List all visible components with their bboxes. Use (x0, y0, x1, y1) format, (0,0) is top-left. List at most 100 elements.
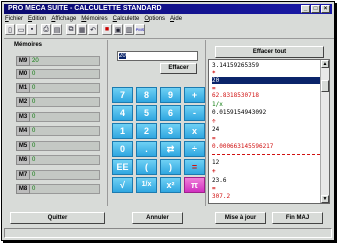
grid-icon[interactable]: ▥ (124, 24, 134, 35)
undo-icon[interactable]: ↶ (88, 24, 98, 35)
memory-value[interactable]: 0 (30, 69, 100, 79)
memory-row[interactable]: M5 0 (16, 141, 100, 151)
key-8[interactable]: 8 (136, 87, 157, 103)
key-square[interactable]: x² (160, 177, 181, 193)
quit-button[interactable]: Quitter (10, 212, 105, 224)
menu-options[interactable]: Options (144, 15, 165, 23)
memory-row[interactable]: M3 0 (16, 112, 100, 122)
memory-value[interactable]: 0 (30, 170, 100, 180)
history-list[interactable]: 3.14159265359 * 20 = 62.8318530718 1/x 0… (208, 59, 330, 204)
history-line[interactable]: 0.0159154943092 (212, 109, 266, 116)
key-4[interactable]: 4 (112, 105, 133, 121)
history-line[interactable]: = (212, 135, 216, 142)
key-0[interactable]: 0 (112, 141, 133, 157)
memory-row[interactable]: M8 0 (16, 184, 100, 194)
menu-memoires[interactable]: Mémoires (81, 15, 107, 23)
key-equals[interactable]: = (184, 159, 205, 175)
memory-label[interactable]: M2 (16, 97, 30, 107)
memory-value[interactable]: 0 (30, 141, 100, 151)
memory-label[interactable]: M3 (16, 112, 30, 122)
scroll-thumb[interactable] (321, 80, 329, 92)
close-button[interactable]: × (321, 5, 330, 13)
memory-row[interactable]: M7 0 (16, 170, 100, 180)
key-5[interactable]: 5 (136, 105, 157, 121)
memory-label[interactable]: M6 (16, 155, 30, 165)
menu-edition[interactable]: Edition (28, 15, 46, 23)
key-divide[interactable]: ÷ (184, 141, 205, 157)
history-line[interactable]: 24 (212, 126, 219, 133)
history-line[interactable]: + (212, 168, 216, 175)
save-icon[interactable]: ▪ (27, 24, 37, 35)
memory-row[interactable]: M4 0 (16, 126, 100, 136)
minimize-button[interactable]: _ (301, 5, 310, 13)
key-reciprocal[interactable]: 1/x (136, 177, 157, 193)
maximize-button[interactable]: □ (311, 5, 320, 13)
calc-icon[interactable]: ▣ (113, 24, 123, 35)
history-line[interactable]: = (212, 185, 216, 192)
memory-value[interactable]: 0 (30, 97, 100, 107)
history-line[interactable]: 12 (212, 159, 219, 166)
calculator-input[interactable]: 20 (117, 51, 198, 61)
key-close-paren[interactable]: ) (160, 159, 181, 175)
menu-affichage[interactable]: Affichage (51, 15, 76, 23)
end-update-button[interactable]: Fin MAJ (272, 212, 323, 224)
key-7[interactable]: 7 (112, 87, 133, 103)
memory-label[interactable]: M7 (16, 170, 30, 180)
pms-icon[interactable]: PMS (135, 24, 145, 35)
key-sqrt[interactable]: √ (112, 177, 133, 193)
scroll-down-icon[interactable]: ▼ (321, 195, 329, 203)
memory-label[interactable]: M1 (16, 83, 30, 93)
memory-row[interactable]: M0 0 (16, 69, 100, 79)
history-line[interactable]: * (212, 70, 216, 77)
update-button[interactable]: Mise à jour (215, 212, 266, 224)
clear-button[interactable]: Effacer (160, 63, 197, 74)
history-line[interactable]: 1/x (212, 101, 223, 108)
memory-label[interactable]: M4 (16, 126, 30, 136)
memory-value[interactable]: 0 (30, 112, 100, 122)
history-line[interactable]: 307.2 (212, 193, 230, 200)
menu-fichier[interactable]: Fichier (5, 15, 23, 23)
key-2[interactable]: 2 (136, 123, 157, 139)
memory-label[interactable]: M9 (16, 56, 30, 66)
memory-row[interactable]: M2 0 (16, 97, 100, 107)
key-1[interactable]: 1 (112, 123, 133, 139)
open-icon[interactable]: ▭ (16, 24, 26, 35)
history-line[interactable]: 23.6 (212, 177, 226, 184)
key-minus[interactable]: - (184, 105, 205, 121)
history-line[interactable]: 62.8318530718 (212, 92, 259, 99)
key-plus[interactable]: + (184, 87, 205, 103)
key-6[interactable]: 6 (160, 105, 181, 121)
menu-calculette[interactable]: Calculette (113, 15, 140, 23)
new-doc-icon[interactable]: ▯ (5, 24, 15, 35)
print-icon[interactable]: ⎙ (41, 24, 51, 35)
history-line[interactable]: 20 (212, 77, 320, 84)
memory-label[interactable]: M0 (16, 69, 30, 79)
key-9[interactable]: 9 (160, 87, 181, 103)
key-multiply[interactable]: x (184, 123, 205, 139)
memory-value[interactable]: 0 (30, 184, 100, 194)
memory-row[interactable]: M6 0 (16, 155, 100, 165)
paste-icon[interactable]: ▦ (77, 24, 87, 35)
history-line[interactable]: ÷ (212, 118, 216, 125)
memory-row[interactable]: M9 20 (16, 56, 100, 66)
cancel-button[interactable]: Annuler (132, 212, 183, 224)
key-ee[interactable]: EE (112, 159, 133, 175)
memory-label[interactable]: M5 (16, 141, 30, 151)
key-open-paren[interactable]: ( (136, 159, 157, 175)
key-3[interactable]: 3 (160, 123, 181, 139)
menu-aide[interactable]: Aide (170, 15, 182, 23)
clear-all-button[interactable]: Effacer tout (215, 46, 324, 58)
scroll-up-icon[interactable]: ▲ (321, 60, 329, 68)
copy-icon[interactable]: ⧉ (66, 24, 76, 35)
memory-row[interactable]: M1 0 (16, 83, 100, 93)
history-line[interactable]: = (212, 85, 216, 92)
key-decimal[interactable]: . (136, 141, 157, 157)
history-scrollbar[interactable]: ▲ ▼ (320, 60, 329, 203)
memory-value[interactable]: 0 (30, 83, 100, 93)
preview-icon[interactable]: ▤ (52, 24, 62, 35)
memory-label[interactable]: M8 (16, 184, 30, 194)
stop-icon[interactable]: ■ (102, 24, 112, 35)
swap-icon[interactable]: ⇄ (160, 141, 181, 157)
history-line[interactable]: 0.000663145596217 (212, 143, 273, 150)
memory-value[interactable]: 0 (30, 126, 100, 136)
